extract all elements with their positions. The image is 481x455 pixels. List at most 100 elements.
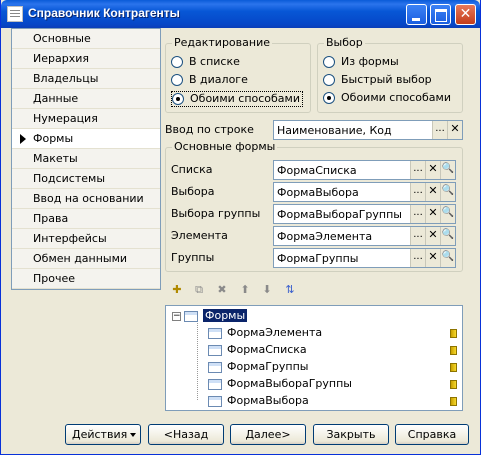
main-forms-title: Основные формы <box>172 140 278 153</box>
input-by-string-label: Ввод по строке <box>165 123 254 136</box>
form-icon <box>208 361 222 373</box>
editing-option-list[interactable]: В списке <box>171 55 240 71</box>
window-title: Справочник Контрагенты <box>28 6 180 20</box>
nav-item-hierarchy[interactable]: Иерархия <box>12 49 160 69</box>
back-button[interactable]: <Назад <box>148 424 224 445</box>
tree-root-label: Формы <box>203 309 248 322</box>
tree-item-label: ФормаЭлемента <box>227 326 323 339</box>
clear-icon[interactable]: ✕ <box>447 121 462 139</box>
close-window-button[interactable]: ✕ <box>455 4 476 25</box>
copy-icon[interactable]: ⧉ <box>191 282 207 298</box>
radio-button[interactable] <box>171 56 183 68</box>
radio-button-selected[interactable] <box>323 92 335 104</box>
choice-form-field[interactable]: ФормаВыбора ... ✕ 🔍 <box>273 182 456 202</box>
choose-button[interactable]: ... <box>432 121 447 139</box>
tree-item[interactable]: ФормаЭлемента <box>208 325 460 342</box>
selection-option-quick[interactable]: Быстрый выбор <box>323 73 432 89</box>
nav-item-data-exchange[interactable]: Обмен данными <box>12 249 160 269</box>
nav-item-input-based-on[interactable]: Ввод на основании <box>12 189 160 209</box>
forms-tree[interactable]: − Формы ФормаЭлемента ФормаСписка ФормаГр… <box>165 305 463 411</box>
field-value: ФормаСписка <box>277 164 357 177</box>
delete-icon[interactable]: ✖ <box>214 282 230 298</box>
magnifier-icon[interactable]: 🔍 <box>440 249 455 267</box>
help-button[interactable]: Справка <box>395 424 469 445</box>
magnifier-icon[interactable]: 🔍 <box>440 205 455 223</box>
form-icon <box>208 395 222 407</box>
main-form-marker-icon <box>450 380 457 389</box>
nav-item-subsystems[interactable]: Подсистемы <box>12 169 160 189</box>
list-form-label: Списка <box>171 163 213 176</box>
tree-item[interactable]: ФормаВыбора <box>208 393 460 410</box>
group-form-label: Группы <box>171 251 215 264</box>
clear-icon[interactable]: ✕ <box>425 227 440 245</box>
move-up-icon[interactable]: ⬆ <box>237 282 253 298</box>
group-choice-form-label: Выбора группы <box>171 207 261 220</box>
close-button[interactable]: Закрыть <box>313 424 389 445</box>
group-choice-form-field[interactable]: ФормаВыбораГруппы ... ✕ 🔍 <box>273 204 456 224</box>
radio-button-selected[interactable] <box>172 93 184 105</box>
radio-button[interactable] <box>323 74 335 86</box>
nav-item-interfaces[interactable]: Интерфейсы <box>12 229 160 249</box>
clear-icon[interactable]: ✕ <box>425 183 440 201</box>
collapse-icon[interactable]: − <box>172 311 181 321</box>
next-button[interactable]: Далее> <box>230 424 306 445</box>
list-form-field[interactable]: ФормаСписка ... ✕ 🔍 <box>273 160 456 180</box>
maximize-button[interactable] <box>430 4 451 25</box>
actions-button[interactable]: Действия <box>65 424 141 445</box>
choose-button[interactable]: ... <box>410 161 425 179</box>
tree-item[interactable]: ФормаГруппы <box>208 359 460 376</box>
nav-item-numbering[interactable]: Нумерация <box>12 109 160 129</box>
tree-item[interactable]: ФормаВыбораГруппы <box>208 376 460 393</box>
nav-item-data[interactable]: Данные <box>12 89 160 109</box>
tree-guide <box>197 323 198 400</box>
add-icon[interactable]: ✚ <box>169 282 185 298</box>
nav-item-owners[interactable]: Владельцы <box>12 69 160 89</box>
choose-button[interactable]: ... <box>410 205 425 223</box>
selection-group: Выбор Из формы Быстрый выбор Обоими спос… <box>317 36 463 113</box>
element-form-field[interactable]: ФормаЭлемента ... ✕ 🔍 <box>273 226 456 246</box>
minimize-button[interactable] <box>406 4 427 25</box>
radio-button[interactable] <box>323 56 335 68</box>
title-bar[interactable]: Справочник Контрагенты ✕ <box>1 0 480 28</box>
move-down-icon[interactable]: ⬇ <box>259 282 275 298</box>
option-label: Обоими способами <box>190 92 300 105</box>
nav-item-main[interactable]: Основные <box>12 29 160 49</box>
magnifier-icon[interactable]: 🔍 <box>440 183 455 201</box>
nav-item-forms[interactable]: Формы <box>12 129 160 149</box>
magnifier-icon[interactable]: 🔍 <box>440 161 455 179</box>
clear-icon[interactable]: ✕ <box>425 161 440 179</box>
actions-label: Действия <box>72 428 128 441</box>
tree-item-label: ФормаВыбора <box>227 394 309 407</box>
choice-form-label: Выбора <box>171 185 215 198</box>
main-form-marker-icon <box>450 329 457 338</box>
nav-item-other[interactable]: Прочее <box>12 269 160 289</box>
choose-button[interactable]: ... <box>410 249 425 267</box>
choose-button[interactable]: ... <box>410 183 425 201</box>
sort-icon[interactable]: ⇅ <box>282 282 298 298</box>
tree-item-label: ФормаВыбораГруппы <box>227 377 352 390</box>
field-value: ФормаЭлемента <box>277 230 373 243</box>
sidebar-nav: Основные Иерархия Владельцы Данные Нумер… <box>11 28 161 290</box>
selection-option-from-form[interactable]: Из формы <box>323 55 399 71</box>
group-form-field[interactable]: ФормаГруппы ... ✕ 🔍 <box>273 248 456 268</box>
editing-group: Редактирование В списке В диалоге Обоими… <box>165 36 311 113</box>
field-value: ФормаГруппы <box>277 252 359 265</box>
form-icon <box>208 344 222 356</box>
tree-root[interactable]: − Формы <box>172 308 248 325</box>
choose-button[interactable]: ... <box>410 227 425 245</box>
selection-group-title: Выбор <box>324 36 365 49</box>
selection-option-both[interactable]: Обоими способами <box>323 91 451 107</box>
editing-option-dialog[interactable]: В диалоге <box>171 73 248 89</box>
option-label: В списке <box>189 55 240 68</box>
input-by-string-field[interactable]: Наименование, Код ... ✕ <box>273 120 463 140</box>
magnifier-icon[interactable]: 🔍 <box>440 227 455 245</box>
clear-icon[interactable]: ✕ <box>425 249 440 267</box>
clear-icon[interactable]: ✕ <box>425 205 440 223</box>
option-label: Обоими способами <box>341 91 451 104</box>
nav-item-templates[interactable]: Макеты <box>12 149 160 169</box>
nav-item-rights[interactable]: Права <box>12 209 160 229</box>
tree-item[interactable]: ФормаСписка <box>208 342 460 359</box>
editing-option-both[interactable]: Обоими способами <box>171 91 303 107</box>
radio-button[interactable] <box>171 74 183 86</box>
tree-item-label: ФормаГруппы <box>227 360 309 373</box>
